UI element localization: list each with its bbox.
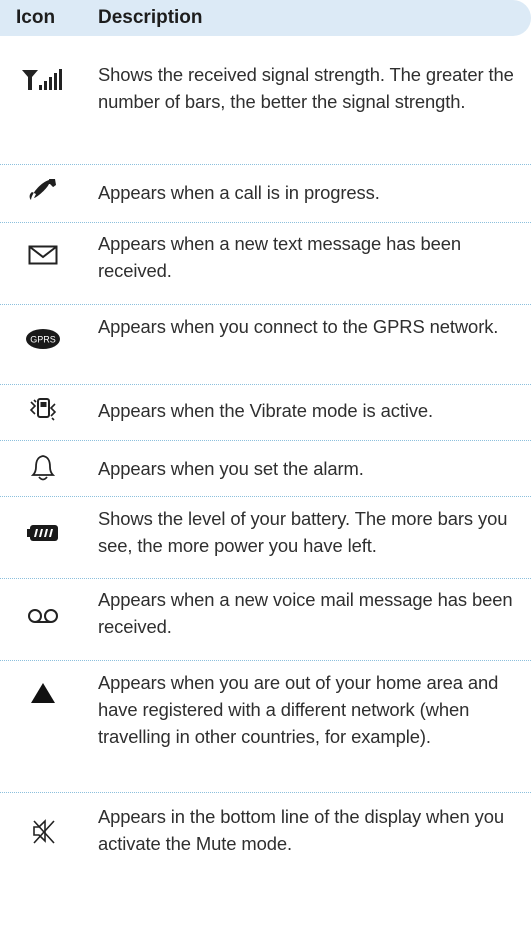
table-row: Shows the received signal strength. The … xyxy=(0,54,531,165)
bell-icon xyxy=(0,454,86,482)
list-item: Appears in the bottom line of the displa… xyxy=(98,806,504,854)
list-item: Appears when you set the alarm. xyxy=(98,458,364,479)
table-row: Appears when you set the alarm. xyxy=(0,440,531,497)
vibrate-icon xyxy=(0,396,86,422)
roaming-triangle-icon xyxy=(0,682,86,704)
table-row: GPRS Appears when you connect to the GPR… xyxy=(0,304,531,385)
list-item: Appears when a call is in progress. xyxy=(98,182,380,203)
battery-icon xyxy=(0,524,86,542)
list-item: Appears when the Vibrate mode is active. xyxy=(98,400,434,421)
table-row: Appears when a new voice mail message ha… xyxy=(0,578,531,661)
list-item: Appears when a new voice mail message ha… xyxy=(98,589,513,637)
table-row: Shows the level of your battery. The mor… xyxy=(0,496,531,579)
list-item: Shows the received signal strength. The … xyxy=(98,64,514,112)
list-item: Appears when you are out of your home ar… xyxy=(98,672,499,747)
envelope-icon xyxy=(0,245,86,265)
table-header: Icon Description xyxy=(0,0,531,36)
list-item: Appears when you connect to the GPRS net… xyxy=(98,316,499,337)
mute-icon xyxy=(0,817,86,845)
table-row: Appears when a new text message has been… xyxy=(0,222,531,305)
table-row: Appears in the bottom line of the displa… xyxy=(0,792,531,943)
icon-column-header: Icon xyxy=(16,7,56,28)
list-item: Shows the level of your battery. The mor… xyxy=(98,508,508,556)
table-row: Appears when a call is in progress. xyxy=(0,164,531,223)
table-row: Appears when you are out of your home ar… xyxy=(0,660,531,793)
table-row: Appears when the Vibrate mode is active. xyxy=(0,384,531,441)
list-item: Appears when a new text message has been… xyxy=(98,233,462,281)
call-in-progress-icon xyxy=(0,178,86,204)
svg-text:GPRS: GPRS xyxy=(30,335,56,345)
description-column-header: Description xyxy=(98,7,203,28)
gprs-icon: GPRS xyxy=(0,328,86,350)
voicemail-icon xyxy=(0,608,86,624)
signal-strength-icon xyxy=(0,68,86,92)
